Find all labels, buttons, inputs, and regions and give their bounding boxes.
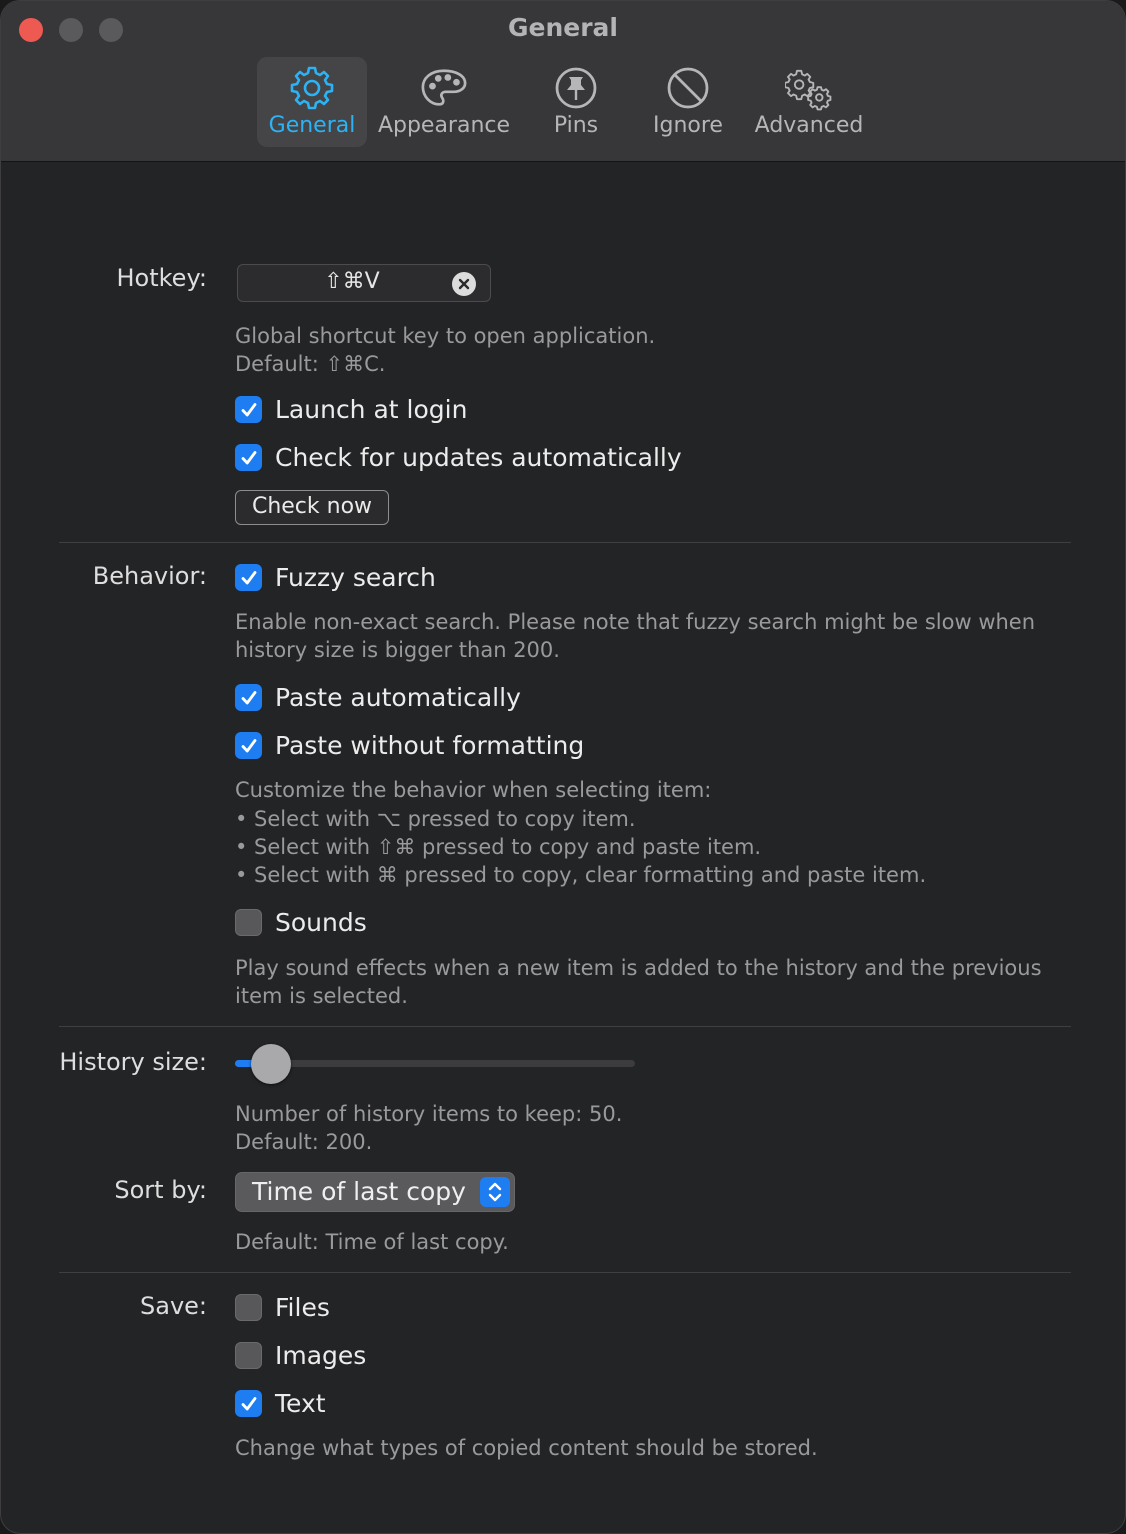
gears-icon [785, 65, 833, 111]
checkbox-checked [235, 684, 262, 711]
behavior-label: Behavior: [92, 562, 207, 590]
select-behavior-help-line: • Select with ⌘ pressed to copy, clear f… [235, 863, 927, 887]
checkmark-icon [241, 450, 256, 464]
checkmark-icon [241, 570, 256, 584]
fuzzy-search-help-cont: history size is bigger than 200. [235, 638, 560, 662]
tab-advanced-label: Advanced [754, 113, 864, 138]
fuzzy-search-label: Fuzzy search [275, 563, 436, 592]
hotkey-value: ⇧⌘V [324, 269, 380, 294]
checkbox-unchecked [235, 1342, 262, 1369]
checkbox-checked [235, 444, 262, 471]
select-behavior-help-line: • Select with ⌥ pressed to copy item. [235, 807, 636, 831]
tab-general-label: General [268, 113, 356, 138]
check-now-button[interactable]: Check now [235, 490, 389, 525]
tab-pins[interactable]: Pins [531, 57, 621, 147]
save-files-label: Files [275, 1293, 330, 1322]
sounds-help-cont: item is selected. [235, 984, 408, 1008]
history-size-label: History size: [59, 1048, 207, 1076]
sounds-label: Sounds [275, 908, 367, 937]
save-text-checkbox[interactable]: Text [235, 1389, 326, 1418]
checkbox-unchecked [235, 1294, 262, 1321]
save-help: Change what types of copied content shou… [235, 1436, 818, 1460]
select-behavior-help-line: • Select with ⇧⌘ pressed to copy and pas… [235, 835, 762, 859]
save-label: Save: [140, 1292, 207, 1320]
fuzzy-search-help: Enable non-exact search. Please note tha… [235, 610, 1036, 634]
divider [59, 1026, 1071, 1027]
slider-knob[interactable] [251, 1044, 291, 1084]
checkbox-unchecked [235, 909, 262, 936]
save-files-checkbox[interactable]: Files [235, 1293, 330, 1322]
hotkey-default: Default: ⇧⌘C. [235, 352, 386, 376]
history-size-slider[interactable] [235, 1060, 635, 1067]
tab-advanced[interactable]: Advanced [749, 57, 869, 147]
check-updates-checkbox[interactable]: Check for updates automatically [235, 443, 682, 472]
hotkey-help: Global shortcut key to open application. [235, 324, 656, 348]
checkmark-icon [241, 690, 256, 704]
hotkey-recorder[interactable]: ⇧⌘V [237, 264, 491, 302]
checkbox-checked [235, 1390, 262, 1417]
sort-by-popup[interactable]: Time of last copy [235, 1172, 515, 1212]
paste-automatically-checkbox[interactable]: Paste automatically [235, 683, 521, 712]
pin-icon [552, 65, 600, 111]
launch-at-login-checkbox[interactable]: Launch at login [235, 395, 467, 424]
fuzzy-search-checkbox[interactable]: Fuzzy search [235, 563, 436, 592]
tab-general[interactable]: General [257, 57, 367, 147]
checkmark-icon [241, 402, 256, 416]
tab-ignore[interactable]: Ignore [643, 57, 733, 147]
gear-icon [288, 65, 336, 111]
sort-by-label: Sort by: [114, 1176, 207, 1204]
prohibited-icon [664, 65, 712, 111]
tab-appearance-label: Appearance [377, 113, 511, 138]
launch-at-login-label: Launch at login [275, 395, 468, 424]
divider [59, 542, 1071, 543]
paste-automatically-label: Paste automatically [275, 683, 521, 712]
save-images-checkbox[interactable]: Images [235, 1341, 366, 1370]
checkmark-icon [241, 738, 256, 752]
tab-ignore-label: Ignore [653, 113, 723, 138]
save-text-label: Text [275, 1389, 326, 1418]
sounds-checkbox[interactable]: Sounds [235, 908, 367, 937]
chevron-up-down-icon [480, 1177, 510, 1207]
palette-icon [420, 65, 468, 111]
title-bar: General General Appearance Pins Ignore A… [1, 1, 1125, 162]
checkbox-checked [235, 564, 262, 591]
window-title: General [508, 13, 618, 42]
tab-appearance[interactable]: Appearance [377, 57, 511, 147]
sort-by-value: Time of last copy [252, 1177, 466, 1206]
select-behavior-help: Customize the behavior when selecting it… [235, 778, 712, 802]
history-size-help: Number of history items to keep: 50. [235, 1102, 623, 1126]
save-images-label: Images [275, 1341, 367, 1370]
general-pane: Hotkey: ⇧⌘V Global shortcut key to open … [1, 162, 1125, 1533]
sort-by-help: Default: Time of last copy. [235, 1230, 509, 1254]
checkbox-checked [235, 732, 262, 759]
paste-without-formatting-checkbox[interactable]: Paste without formatting [235, 731, 584, 760]
hotkey-label: Hotkey: [116, 264, 208, 292]
paste-without-formatting-label: Paste without formatting [275, 731, 585, 760]
checkbox-checked [235, 396, 262, 423]
check-updates-label: Check for updates automatically [275, 443, 682, 472]
checkmark-icon [241, 1396, 256, 1410]
tab-pins-label: Pins [553, 113, 599, 138]
history-size-default: Default: 200. [235, 1130, 373, 1154]
close-icon [458, 278, 470, 290]
preferences-window: General General Appearance Pins Ignore A… [0, 0, 1126, 1534]
sounds-help: Play sound effects when a new item is ad… [235, 956, 1042, 980]
divider [59, 1272, 1071, 1273]
clear-hotkey-button[interactable] [452, 272, 476, 296]
